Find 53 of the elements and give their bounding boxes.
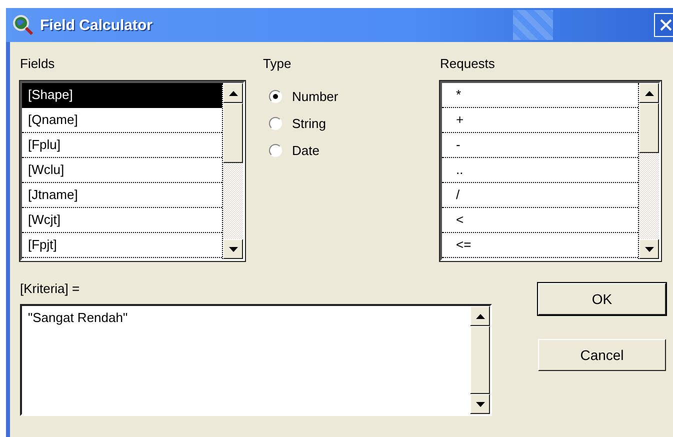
request-item[interactable]: <= — [442, 233, 638, 258]
up-arrow-icon[interactable] — [476, 314, 484, 318]
field-item[interactable]: [Qname] — [22, 108, 222, 133]
radio-label: Number — [292, 89, 338, 104]
fields-list[interactable]: [Shape] [Qname] [Fplu] [Wclu] [Jtname] [Wcjt] [Fpjt] — [20, 81, 245, 261]
field-item[interactable]: [Shape] — [22, 83, 222, 108]
field-item[interactable]: [Wcjt] — [22, 208, 222, 233]
cancel-button[interactable]: Cancel — [538, 339, 666, 371]
radio-circle[interactable] — [269, 90, 282, 103]
scroll-down-button[interactable] — [223, 239, 243, 259]
radio-circle[interactable] — [269, 117, 282, 130]
scrollbar-thumb[interactable] — [470, 326, 490, 394]
window-title: Field Calculator — [40, 16, 153, 34]
expression-field[interactable]: "Sangat Rendah" — [20, 304, 492, 416]
request-item[interactable]: .. — [442, 158, 638, 183]
close-icon[interactable] — [659, 18, 673, 32]
type-label: Type — [263, 56, 292, 71]
scrollbar-thumb[interactable] — [223, 103, 243, 163]
scrollbar-thumb[interactable] — [639, 103, 659, 153]
radio-option[interactable]: String — [269, 116, 440, 131]
request-item[interactable]: - — [442, 133, 638, 158]
title-pattern-drawing — [512, 10, 553, 40]
request-item[interactable]: + — [442, 108, 638, 133]
ok-button[interactable]: OK — [538, 283, 666, 315]
globe-magnifier-icon — [12, 14, 34, 36]
up-arrow-icon[interactable] — [644, 90, 654, 96]
radio-label: Date — [292, 143, 320, 158]
expression-text: "Sangat Rendah" — [27, 309, 129, 327]
scroll-down-button[interactable] — [639, 239, 659, 259]
requests-list[interactable]: * + - .. / < <= — [440, 81, 661, 261]
radio-circle[interactable] — [269, 144, 282, 157]
scroll-up-button[interactable] — [639, 83, 659, 103]
expression-label: [Kriteria] = — [20, 281, 81, 296]
down-arrow-icon[interactable] — [228, 246, 238, 252]
scroll-down-button[interactable] — [470, 394, 490, 414]
request-item[interactable]: * — [442, 83, 638, 108]
radio-label: String — [292, 116, 326, 131]
field-item[interactable]: [Fpjt] — [22, 233, 222, 258]
field-item[interactable]: [Wclu] — [22, 158, 222, 183]
radio-option[interactable]: Date — [269, 143, 440, 158]
scroll-up-button[interactable] — [470, 306, 490, 326]
scroll-up-button[interactable] — [223, 83, 243, 103]
down-arrow-icon[interactable] — [476, 402, 484, 406]
down-arrow-icon[interactable] — [644, 246, 654, 252]
up-arrow-icon[interactable] — [228, 90, 238, 96]
request-item[interactable]: / — [442, 183, 638, 208]
radio-option[interactable]: Number — [269, 89, 440, 104]
field-item[interactable]: [Fplu] — [22, 133, 222, 158]
field-item[interactable]: [Jtname] — [22, 183, 222, 208]
close-button[interactable] — [654, 13, 673, 37]
requests-label: Requests — [440, 56, 496, 71]
fields-label: Fields — [20, 56, 56, 71]
request-item[interactable]: < — [442, 208, 638, 233]
